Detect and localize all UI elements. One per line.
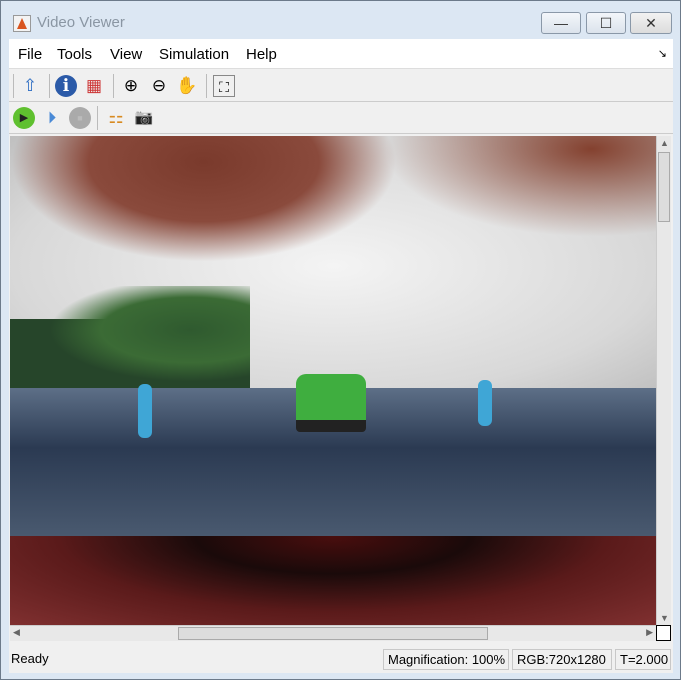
green-car [296, 374, 366, 432]
toolbar-simulation: ▶ ⏵ ■ ⚏ 📷 [9, 102, 673, 134]
ego-car-hood [10, 536, 656, 625]
magnification-readout: Magnification: 100% [383, 649, 509, 670]
pedestrian [138, 384, 152, 438]
close-button[interactable]: ✕ [630, 12, 672, 34]
window-title: Video Viewer [37, 14, 125, 31]
maximize-button[interactable]: ☐ [586, 12, 626, 34]
menu-tools[interactable]: Tools [57, 46, 92, 63]
stop-icon[interactable]: ■ [69, 107, 91, 129]
zoom-in-icon[interactable]: ⊕ [120, 75, 142, 97]
highlight-block-icon[interactable]: ⚏ [105, 107, 127, 129]
vertical-scroll-thumb[interactable] [658, 152, 670, 222]
menu-file[interactable]: File [18, 46, 42, 63]
menu-simulation[interactable]: Simulation [159, 46, 229, 63]
minimize-button[interactable]: — [541, 12, 581, 34]
menu-help[interactable]: Help [246, 46, 277, 63]
matlab-logo-icon [13, 15, 31, 32]
colormap-icon[interactable]: ▦ [83, 75, 105, 97]
horizontal-scroll-thumb[interactable] [178, 627, 488, 640]
trees [10, 286, 250, 396]
step-forward-icon[interactable]: ⏵ [41, 107, 63, 129]
status-text: Ready [11, 651, 49, 666]
play-icon[interactable]: ▶ [13, 107, 35, 129]
menu-bar: File Tools View Simulation Help ↘ [9, 39, 673, 69]
toolbar-main: ⇧ ℹ ▦ ⊕ ⊖ ✋ ⛶ [9, 70, 673, 102]
vertical-scrollbar[interactable]: ▲ ▼ [656, 136, 671, 625]
snapshot-camera-icon[interactable]: 📷 [133, 107, 155, 129]
horizontal-scrollbar[interactable]: ◀ ▶ [10, 625, 656, 641]
cyclist [478, 380, 492, 426]
zoom-out-icon[interactable]: ⊖ [148, 75, 170, 97]
info-icon[interactable]: ℹ [55, 75, 77, 97]
video-frame [10, 136, 656, 625]
menu-view[interactable]: View [110, 46, 142, 63]
format-readout: RGB:720x1280 [512, 649, 612, 670]
fit-to-view-icon[interactable]: ⛶ [213, 75, 235, 97]
status-bar: Ready Magnification: 100% RGB:720x1280 T… [9, 646, 673, 670]
title-bar: Video Viewer — ☐ ✕ [1, 1, 680, 39]
time-readout: T=2.000 [615, 649, 671, 670]
video-viewer-window: Video Viewer — ☐ ✕ File Tools View Simul… [0, 0, 681, 680]
open-in-simulink-icon[interactable]: ⇧ [19, 75, 41, 97]
pan-hand-icon[interactable]: ✋ [176, 75, 198, 97]
scroll-corner [656, 625, 671, 641]
dock-icon[interactable]: ↘ [658, 47, 667, 60]
